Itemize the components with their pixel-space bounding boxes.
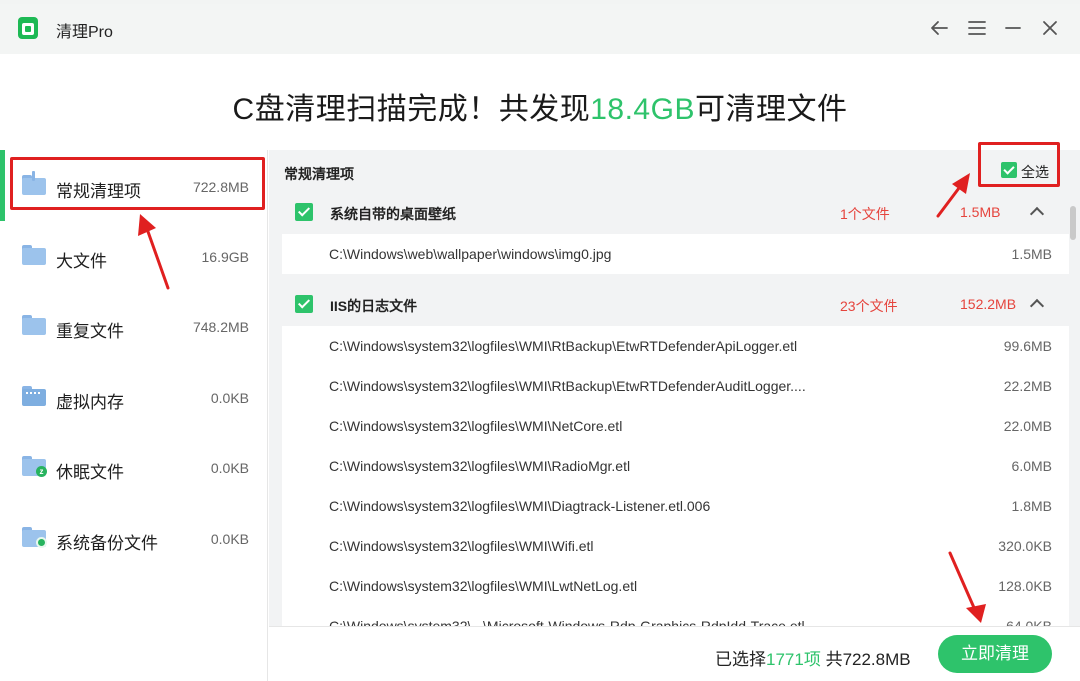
file-path: C:\Windows\system32\logfiles\WMI\NetCore… [329, 418, 623, 434]
file-row[interactable]: C:\Windows\web\wallpaper\windows\img0.jp… [282, 234, 1069, 274]
file-row[interactable]: C:\Windows\system32\logfiles\WMI\RtBacku… [282, 326, 1069, 366]
group-name: 系统自带的桌面壁纸 [330, 206, 456, 222]
app-logo-icon [18, 17, 38, 39]
close-icon[interactable] [1038, 16, 1062, 40]
file-row[interactable]: C:\Windows\system32\logfiles\WMI\NetCore… [282, 406, 1069, 446]
file-size: 320.0KB [998, 538, 1052, 554]
file-size: 99.6MB [1003, 338, 1052, 354]
group-checkbox[interactable] [295, 295, 313, 313]
sleep-folder-icon: z [22, 456, 47, 477]
headline-prefix: C盘清理扫描完成！共发现 [232, 93, 591, 126]
sidebar-item-size: 0.0KB [210, 531, 249, 547]
total-prefix: 共 [825, 650, 843, 669]
file-path: C:\Windows\system32\logfiles\WMI\RadioMg… [329, 458, 631, 474]
headline-size: 18.4GB [590, 93, 695, 126]
file-path: C:\Windows\web\wallpaper\windows\img0.jp… [329, 246, 612, 262]
scan-result-headline: C盘清理扫描完成！共发现18.4GB可清理文件 [0, 84, 1080, 128]
sidebar-item-hibernation[interactable]: z 休眠文件 0.0KB [0, 432, 268, 502]
file-row[interactable]: C:\Windows\system32\logfiles\WMI\Diagtra… [282, 486, 1069, 526]
headline-suffix: 可清理文件 [694, 93, 848, 126]
section-title: 常规清理项 [284, 166, 354, 182]
selected-count: 1771项 [766, 650, 821, 669]
chevron-up-icon[interactable] [1030, 205, 1042, 217]
sidebar-item-size: 0.0KB [210, 390, 249, 406]
file-row[interactable]: C:\Windows\system32\logfiles\WMI\RadioMg… [282, 446, 1069, 486]
file-row[interactable]: C:\Windows\system32\...\Microsoft-Window… [282, 606, 1069, 626]
sidebar-item-size: 748.2MB [192, 319, 249, 335]
app-title: 清理Pro [56, 24, 113, 41]
selected-prefix: 已选择 [715, 650, 766, 669]
group-header-wallpaper[interactable]: 系统自带的桌面壁纸 1个文件 1.5MB [282, 192, 1069, 233]
group-file-count: 1个文件 [840, 206, 890, 222]
footer-bar: 已选择1771项 共722.8MB 立即清理 [269, 626, 1080, 681]
group-name: IIS的日志文件 [330, 298, 418, 314]
file-size: 6.0MB [1011, 458, 1052, 474]
file-row[interactable]: C:\Windows\system32\logfiles\WMI\LwtNetL… [282, 566, 1069, 606]
sidebar-item-label: 休眠文件 [56, 463, 124, 482]
annotation-highlight-box [978, 142, 1060, 187]
file-size: 22.0MB [1003, 418, 1052, 434]
scrollbar-thumb[interactable] [1070, 206, 1076, 240]
sidebar-item-label: 重复文件 [56, 322, 124, 341]
chevron-up-icon[interactable] [1030, 297, 1042, 309]
sidebar-item-large-files[interactable]: 大文件 16.9GB [0, 221, 268, 291]
file-path: C:\Windows\system32\logfiles\WMI\Diagtra… [329, 498, 711, 514]
sidebar: 常规清理项 722.8MB 大文件 16.9GB 重复文件 748.2MB 虚拟… [0, 150, 268, 681]
sidebar-item-virtual-memory[interactable]: 虚拟内存 0.0KB [0, 362, 268, 432]
annotation-highlight-box [10, 157, 265, 210]
total-size: 722.8MB [842, 650, 911, 669]
file-row[interactable]: C:\Windows\system32\logfiles\WMI\Wifi.et… [282, 526, 1069, 566]
folder-icon [22, 245, 46, 265]
file-size: 1.5MB [1011, 246, 1052, 262]
folder-icon [22, 315, 46, 335]
group-size: 1.5MB [960, 204, 1001, 220]
sidebar-item-label: 大文件 [56, 252, 107, 271]
group-size: 152.2MB [960, 296, 1017, 312]
group-checkbox[interactable] [295, 203, 313, 221]
file-size: 22.2MB [1003, 378, 1052, 394]
selection-summary: 已选择1771项 共722.8MB [715, 645, 911, 670]
file-path: C:\Windows\system32\...\Microsoft-Window… [329, 618, 805, 626]
file-size: 128.0KB [998, 578, 1052, 594]
file-path: C:\Windows\system32\logfiles\WMI\RtBacku… [329, 338, 798, 354]
file-size: 64.0KB [1006, 618, 1052, 626]
clean-now-button[interactable]: 立即清理 [938, 635, 1052, 673]
sidebar-item-system-backup[interactable]: 系统备份文件 0.0KB [0, 503, 268, 573]
file-size: 1.8MB [1011, 498, 1052, 514]
sidebar-item-size: 16.9GB [201, 249, 249, 265]
file-row[interactable]: C:\Windows\system32\logfiles\WMI\RtBacku… [282, 366, 1069, 406]
title-bar: 清理Pro [0, 4, 1080, 54]
group-file-count: 23个文件 [840, 298, 898, 314]
group-header-iis-logs[interactable]: IIS的日志文件 23个文件 152.2MB [282, 284, 1069, 325]
sidebar-item-label: 虚拟内存 [56, 393, 124, 412]
sidebar-item-size: 0.0KB [210, 460, 249, 476]
backup-folder-icon [22, 527, 47, 548]
menu-icon[interactable] [965, 16, 989, 40]
file-path: C:\Windows\system32\logfiles\WMI\Wifi.et… [329, 538, 594, 554]
file-path: C:\Windows\system32\logfiles\WMI\RtBacku… [329, 378, 806, 394]
back-arrow-icon[interactable] [927, 16, 951, 40]
minimize-icon[interactable] [1001, 16, 1025, 40]
memory-folder-icon [22, 386, 46, 406]
file-list-panel: 常规清理项 全选 系统自带的桌面壁纸 1个文件 1.5MB C:\Windows… [269, 150, 1080, 626]
file-path: C:\Windows\system32\logfiles\WMI\LwtNetL… [329, 578, 638, 594]
sidebar-item-duplicates[interactable]: 重复文件 748.2MB [0, 291, 268, 361]
sidebar-item-label: 系统备份文件 [56, 534, 158, 553]
